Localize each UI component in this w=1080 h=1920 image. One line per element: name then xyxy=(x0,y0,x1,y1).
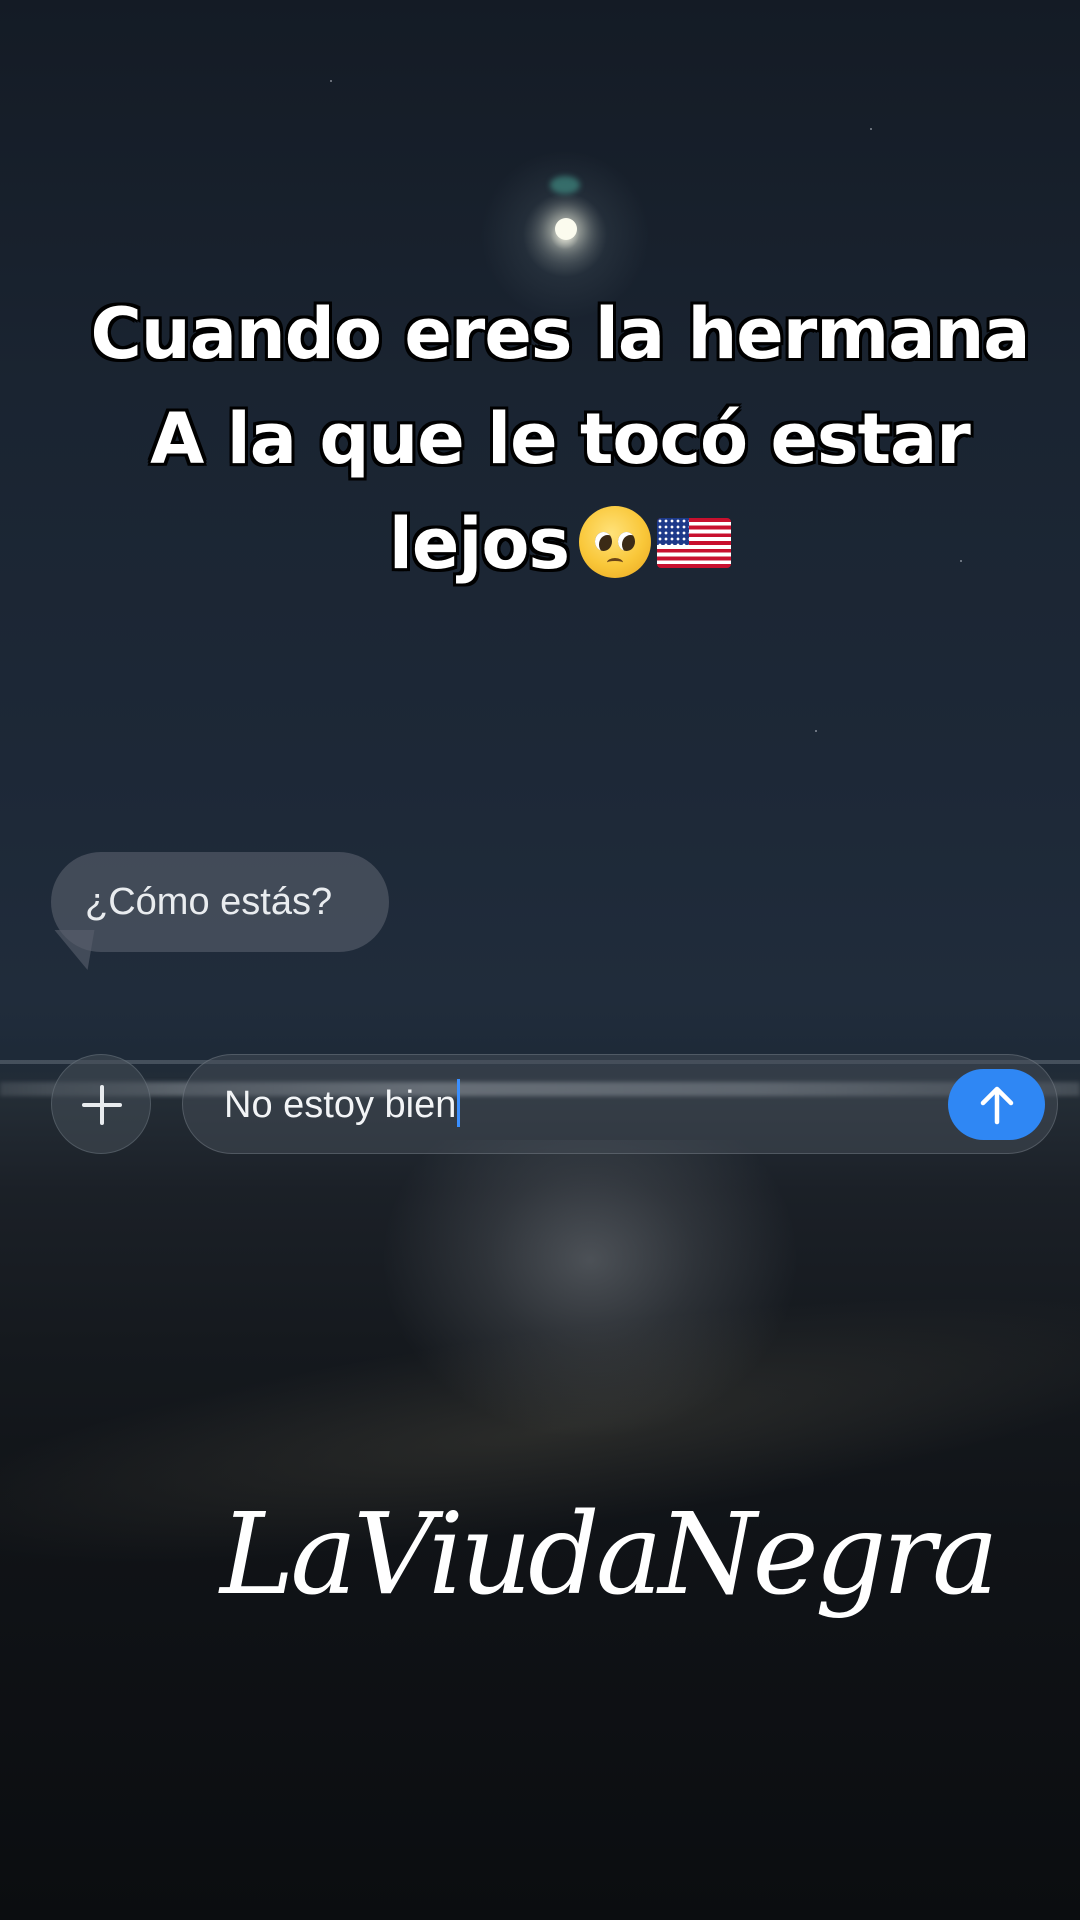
message-input-value: No estoy bien xyxy=(224,1084,457,1126)
lens-flare xyxy=(550,176,580,194)
text-caret xyxy=(457,1079,461,1127)
moon xyxy=(555,218,577,240)
pleading-face-icon xyxy=(579,506,652,578)
watermark-signature: LaViudaNegra xyxy=(220,1490,999,1620)
us-flag-icon xyxy=(657,518,732,568)
caption-line-1: Cuando eres la hermana xyxy=(90,293,1030,375)
caption-line-2: A la que le tocó estar xyxy=(150,398,971,480)
video-frame: Cuando eres la hermana A la que le tocó … xyxy=(0,0,1080,1920)
send-button[interactable] xyxy=(948,1069,1045,1140)
star xyxy=(330,80,332,82)
message-input-text[interactable]: No estoy bien xyxy=(224,1079,461,1130)
star xyxy=(870,128,872,130)
message-input[interactable]: No estoy bien xyxy=(182,1054,1058,1154)
caption-text: Cuando eres la hermana A la que le tocó … xyxy=(60,282,1060,597)
incoming-message-text: ¿Cómo estás? xyxy=(85,881,333,923)
arrow-up-icon xyxy=(980,1086,1014,1125)
caption-line-3: lejos xyxy=(60,492,1060,597)
star xyxy=(815,730,817,732)
caption-line-3-text: lejos xyxy=(388,503,570,585)
plus-icon xyxy=(82,1085,122,1125)
add-attachment-button[interactable] xyxy=(51,1054,151,1154)
